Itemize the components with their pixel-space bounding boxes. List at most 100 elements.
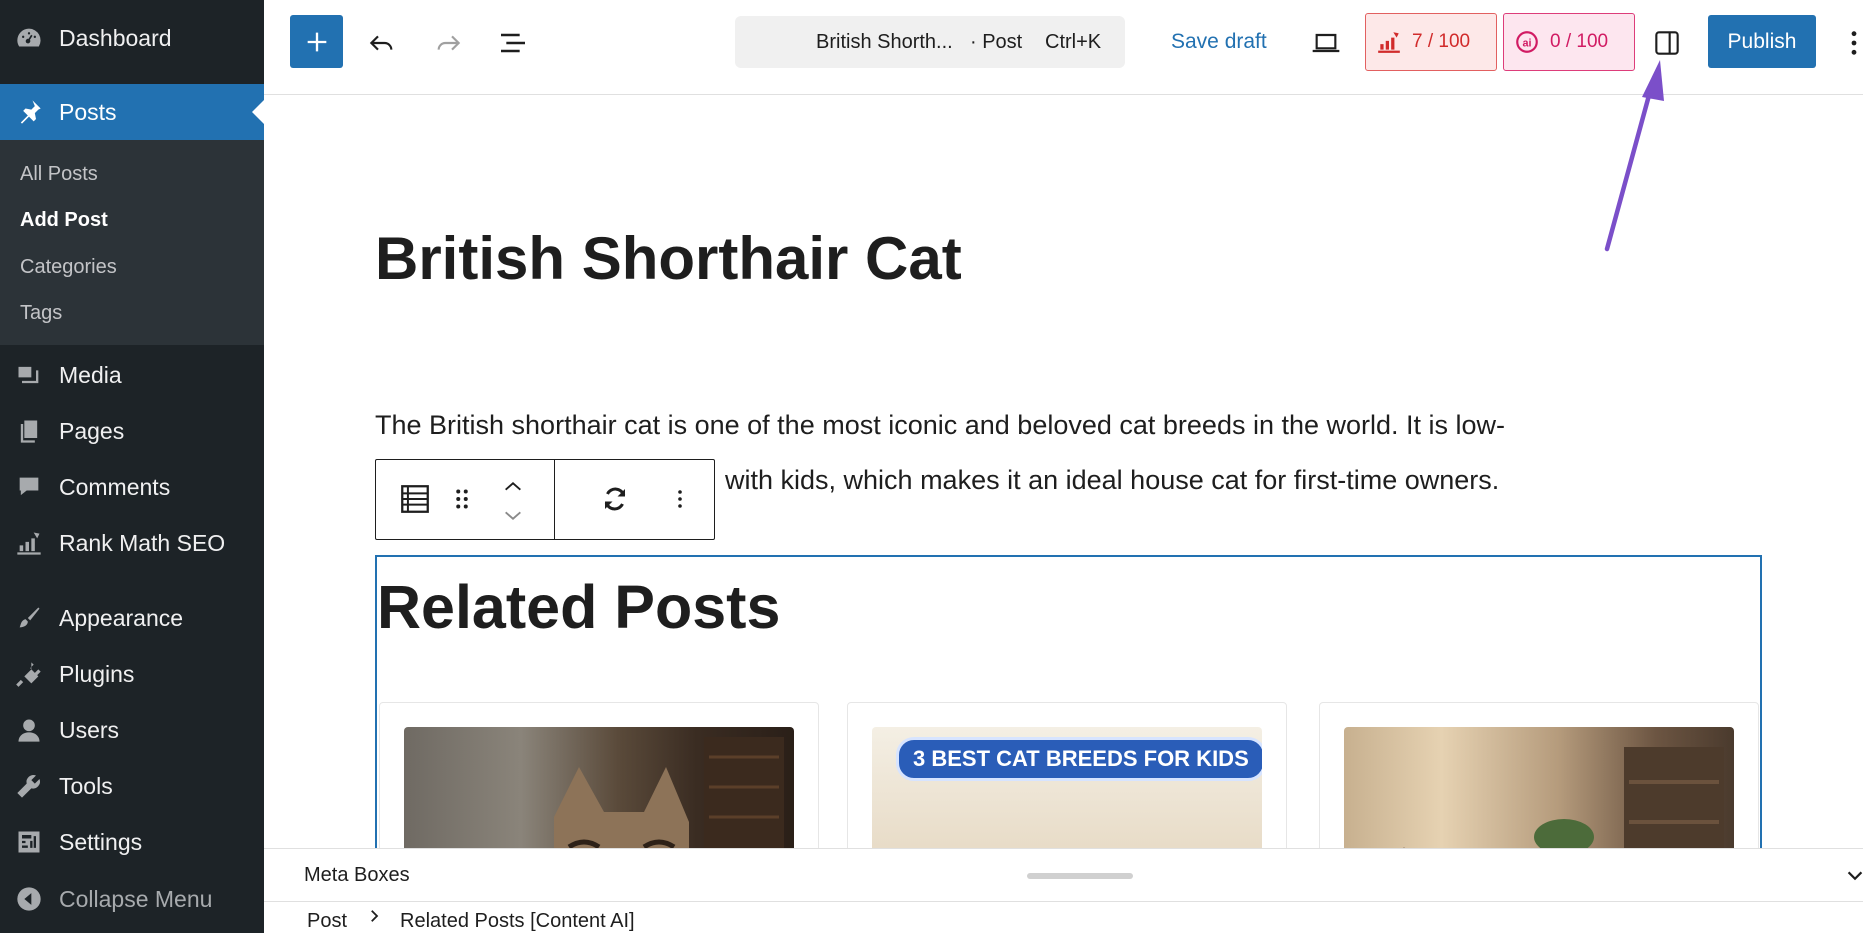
collapse-arrow-icon	[14, 884, 44, 914]
pushpin-icon	[14, 97, 44, 127]
plus-icon	[307, 32, 326, 51]
submenu-add-post[interactable]: Add Post	[20, 209, 108, 232]
chevron-down-icon[interactable]	[1844, 865, 1863, 887]
resize-handle[interactable]	[1027, 873, 1133, 879]
menu-plugins[interactable]: Plugins	[0, 646, 264, 702]
kids-with-cat-image: 3 BEST CAT BREEDS FOR KIDS	[872, 727, 1262, 848]
wrench-icon	[14, 771, 44, 801]
related-post-card[interactable]	[1319, 702, 1759, 848]
doc-bar-shortcut: Ctrl+K	[1045, 31, 1102, 53]
undo-icon	[369, 35, 393, 51]
submenu-all-posts[interactable]: All Posts	[20, 163, 98, 186]
menu-settings[interactable]: Settings	[0, 814, 264, 870]
drag-dots-icon	[456, 489, 468, 509]
paragraph-line-1: The British shorthair cat is one of the …	[375, 410, 1506, 440]
menu-comments[interactable]: Comments	[0, 459, 264, 515]
submenu-categories[interactable]: Categories	[20, 256, 117, 279]
svg-text:ai: ai	[1522, 37, 1531, 49]
menu-label-settings: Settings	[59, 828, 143, 855]
menu-label-comments: Comments	[59, 473, 171, 500]
paintbrush-icon	[14, 603, 44, 633]
related-posts-block[interactable]: Related Posts 3 BEST CAT BREEDS FOR KIDS	[375, 555, 1762, 848]
block-breadcrumb: Post Related Posts [Content AI]	[264, 902, 1863, 933]
cat-by-fireplace-image	[404, 727, 794, 848]
move-down-button[interactable]	[498, 504, 528, 528]
content-ai-score-button[interactable]: ai 0 / 100	[1503, 13, 1635, 71]
collapse-menu-button[interactable]: Collapse Menu	[0, 871, 264, 927]
options-menu-button[interactable]	[1844, 26, 1863, 60]
menu-pages[interactable]: Pages	[0, 403, 264, 459]
breadcrumb-related-posts[interactable]: Related Posts [Content AI]	[400, 910, 635, 933]
submenu-tags[interactable]: Tags	[20, 302, 62, 325]
menu-users[interactable]: Users	[0, 702, 264, 758]
meta-boxes-panel[interactable]: Meta Boxes	[264, 848, 1863, 902]
post-title[interactable]: British Shorthair Cat	[375, 224, 962, 293]
settings-sidebar-toggle[interactable]	[1649, 25, 1685, 61]
meta-boxes-title: Meta Boxes	[304, 864, 410, 886]
plug-icon	[14, 659, 44, 689]
menu-dashboard[interactable]: Dashboard	[0, 10, 264, 66]
rank-math-icon	[14, 528, 44, 558]
doc-bar-title: British Shorth...	[816, 31, 953, 53]
redo-button[interactable]	[431, 26, 465, 60]
menu-label-tools: Tools	[59, 772, 113, 799]
block-type-button[interactable]	[396, 480, 434, 518]
list-table-icon	[401, 485, 429, 513]
undo-button[interactable]	[365, 26, 399, 60]
breadcrumb-post[interactable]: Post	[307, 910, 347, 933]
breadcrumb-chevron-icon	[365, 907, 383, 931]
redo-icon	[437, 35, 461, 51]
related-post-card[interactable]	[379, 702, 819, 848]
related-posts-heading: Related Posts	[377, 573, 781, 641]
menu-label-plugins: Plugins	[59, 660, 135, 687]
list-view-icon	[501, 33, 525, 53]
ai-score-value: 0 / 100	[1550, 31, 1609, 52]
rank-math-seo-score-button[interactable]: 7 / 100	[1365, 13, 1497, 71]
user-icon	[14, 715, 44, 745]
posts-submenu: All Posts Add Post Categories Tags	[0, 140, 264, 345]
menu-media[interactable]: Media	[0, 347, 264, 403]
refresh-button[interactable]	[596, 480, 634, 518]
toolbar-separator	[554, 460, 555, 539]
related-post-card[interactable]: 3 BEST CAT BREEDS FOR KIDS	[847, 702, 1287, 848]
media-icon	[14, 360, 44, 390]
menu-label-collapse: Collapse Menu	[59, 885, 213, 912]
menu-label-rank-math: Rank Math SEO	[59, 529, 226, 556]
vertical-ellipsis-icon	[678, 490, 682, 508]
content-ai-icon: ai	[1516, 31, 1538, 53]
menu-label-pages: Pages	[59, 417, 125, 444]
menu-label-appearance: Appearance	[59, 604, 184, 631]
seo-score-value: 7 / 100	[1412, 31, 1471, 52]
add-block-button[interactable]	[290, 15, 343, 68]
preview-button[interactable]	[1308, 26, 1344, 60]
publish-button[interactable]: Publish	[1708, 15, 1816, 68]
drag-handle[interactable]	[448, 480, 476, 518]
refresh-icon	[604, 487, 626, 511]
save-draft-button[interactable]: Save draft	[1171, 30, 1267, 54]
image-badge-text: 3 BEST CAT BREEDS FOR KIDS	[896, 737, 1262, 781]
cat-illustration	[554, 737, 784, 848]
rank-math-icon	[1378, 32, 1400, 53]
menu-label-dashboard: Dashboard	[59, 24, 172, 51]
command-palette-bar[interactable]: British Shorth... · Post Ctrl+K	[735, 16, 1125, 68]
menu-label-posts: Posts	[59, 98, 117, 125]
dashboard-icon	[14, 23, 44, 53]
comment-bubble-icon	[14, 472, 44, 502]
settings-sliders-icon	[14, 827, 44, 857]
pages-icon	[14, 416, 44, 446]
document-overview-button[interactable]	[496, 26, 530, 60]
block-options-button[interactable]	[668, 480, 692, 518]
move-up-button[interactable]	[498, 474, 528, 498]
vertical-ellipsis-icon	[1851, 31, 1857, 55]
menu-label-media: Media	[59, 361, 122, 388]
chevron-up-icon	[505, 482, 521, 491]
menu-appearance[interactable]: Appearance	[0, 590, 264, 646]
menu-rank-math[interactable]: Rank Math SEO	[0, 515, 264, 571]
chevron-down-icon	[505, 511, 521, 520]
menu-posts[interactable]: Posts	[0, 84, 264, 140]
menu-tools[interactable]: Tools	[0, 758, 264, 814]
block-toolbar	[375, 459, 715, 540]
menu-label-users: Users	[59, 716, 120, 743]
cat-in-living-room-image	[1344, 727, 1734, 848]
laptop-icon	[1312, 33, 1340, 53]
